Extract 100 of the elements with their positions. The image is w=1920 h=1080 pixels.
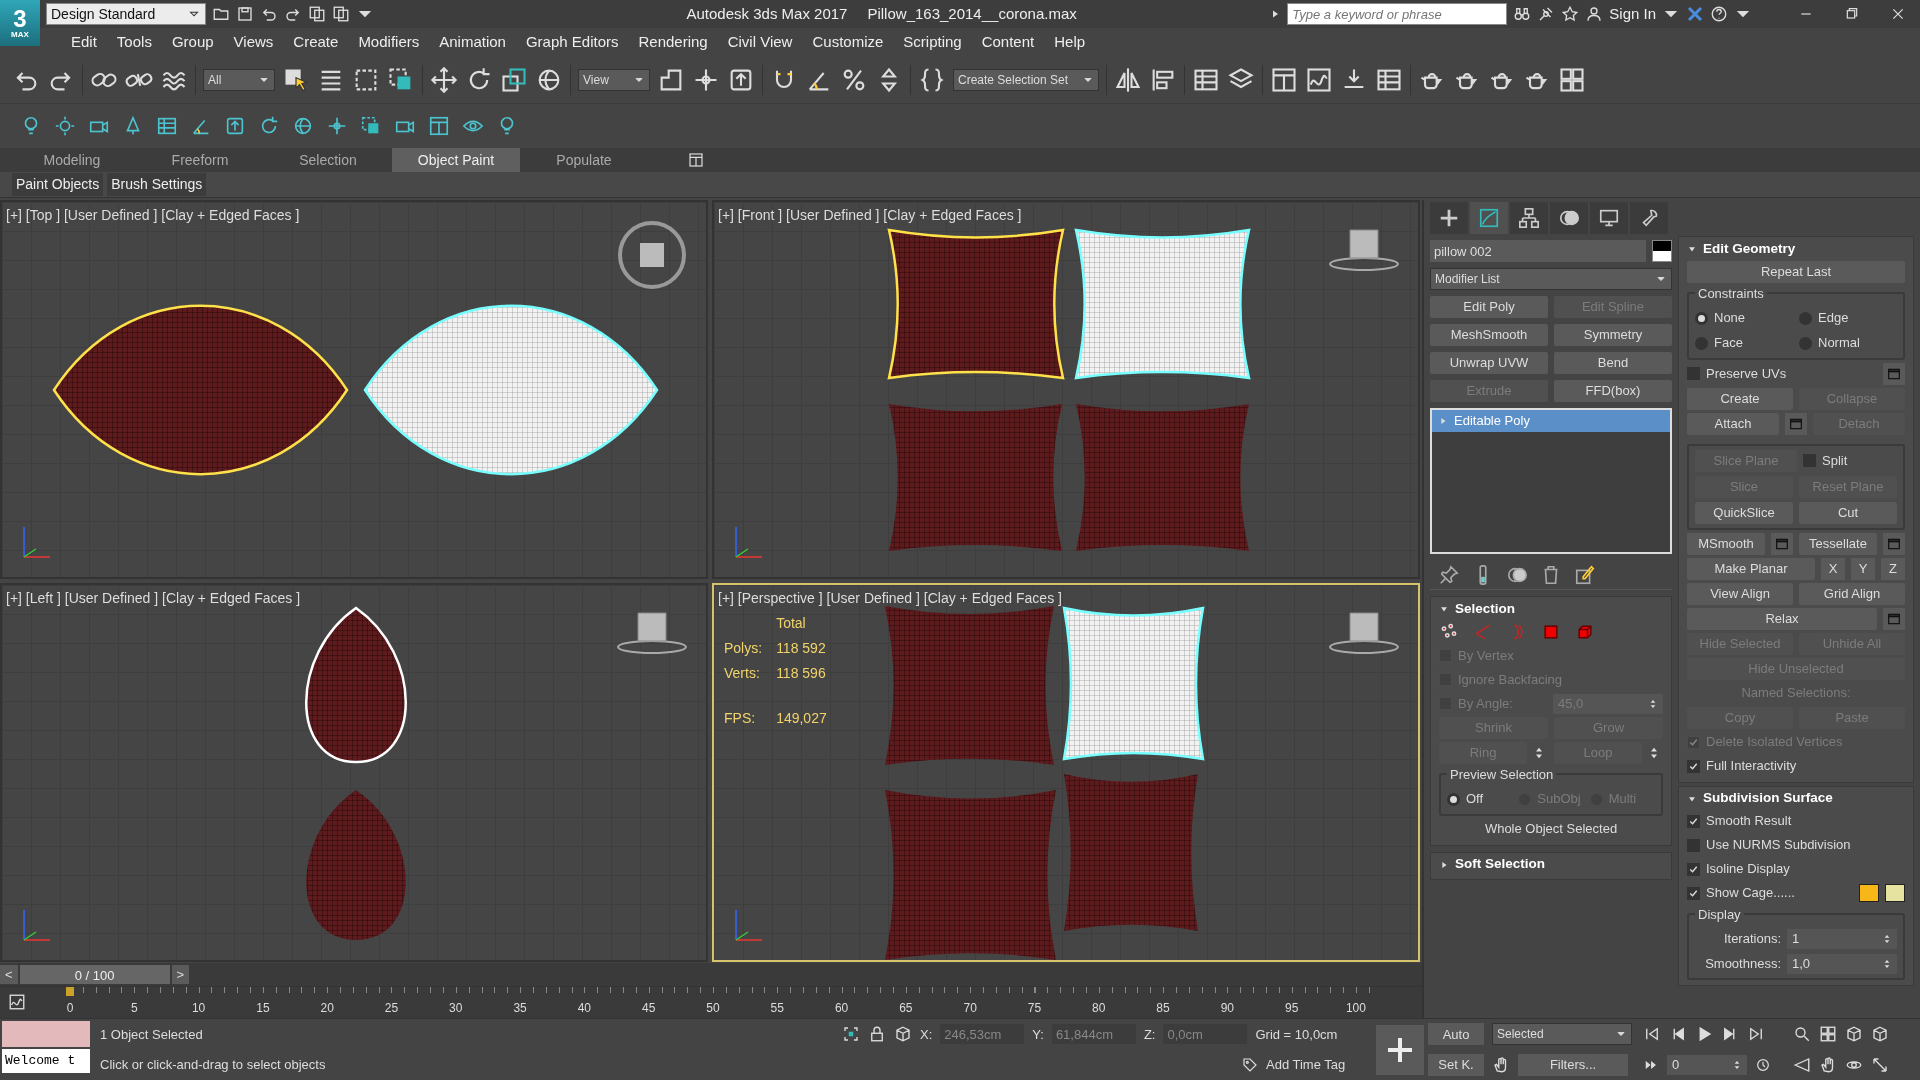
settings-button[interactable] <box>1883 532 1905 555</box>
panel-button[interactable]: Attach <box>1687 412 1779 435</box>
menu-item[interactable]: Edit <box>62 30 106 54</box>
panel-button[interactable]: Cut <box>1799 501 1897 524</box>
stack-item[interactable]: Editable Poly <box>1432 410 1670 432</box>
menu-item[interactable]: Views <box>224 30 283 54</box>
radio[interactable] <box>1447 792 1460 806</box>
modifier-list-dropdown[interactable]: Modifier List <box>1430 268 1672 290</box>
table-icon[interactable] <box>156 115 178 137</box>
radio[interactable] <box>1695 311 1708 325</box>
panel-button[interactable]: MSmooth <box>1687 532 1765 555</box>
color-swatch[interactable] <box>1652 240 1672 262</box>
menu-item[interactable]: Tools <box>107 30 161 54</box>
logo-tile[interactable]: 3 MAX <box>0 0 40 46</box>
checkbox[interactable] <box>1803 454 1816 467</box>
pages-icon[interactable] <box>332 5 350 23</box>
settings-button[interactable] <box>1771 532 1793 555</box>
edit-icon[interactable] <box>1574 563 1596 586</box>
cube-icon[interactable] <box>1871 1025 1889 1044</box>
panel-button[interactable]: Make Planar <box>1687 557 1815 580</box>
ribbon-panel-button[interactable]: Paint Objects <box>12 173 104 196</box>
set-key-button[interactable] <box>1376 1025 1424 1075</box>
upload-icon[interactable] <box>224 115 246 137</box>
panel-icon[interactable] <box>428 115 450 137</box>
viewport-label[interactable]: [+] [Left ] [User Defined ] [Clay + Edged Faces ] <box>6 588 301 609</box>
close-icon[interactable] <box>1890 6 1906 22</box>
panel-button[interactable]: Create <box>1687 387 1793 410</box>
menu-item[interactable]: Create <box>284 30 348 54</box>
previous-button[interactable]: < <box>0 965 18 984</box>
user-icon[interactable] <box>1585 5 1604 23</box>
radio[interactable] <box>1695 336 1708 350</box>
binoculars-icon[interactable] <box>1513 5 1532 23</box>
modifier-stack[interactable]: Editable Poly <box>1430 408 1672 554</box>
lock-icon[interactable] <box>868 1025 886 1044</box>
checkbox[interactable] <box>1687 886 1700 900</box>
tag-icon[interactable] <box>1242 1056 1258 1073</box>
time-slider-thumb[interactable]: 0 / 100 <box>19 965 170 984</box>
viewcube-icon[interactable] <box>617 612 687 654</box>
menu-item[interactable]: Scripting <box>894 30 971 54</box>
listener-field[interactable] <box>2 1021 90 1047</box>
panel-icon[interactable] <box>1270 65 1298 94</box>
modifier-button[interactable]: Symmetry <box>1554 324 1672 346</box>
viewport[interactable]: [+] [Front ] [User Defined ] [Clay + Edged Faces ] <box>712 200 1420 579</box>
selection-set-dropdown[interactable]: Create Selection Set <box>953 68 1099 91</box>
set-key-mode-button[interactable]: Set K. <box>1428 1053 1484 1076</box>
menu-item[interactable]: Help <box>1045 30 1095 54</box>
viewport[interactable]: [+] [Perspective ] [User Defined ] [Clay + Edged Faces ] Total Polys: 118 592 Verts: 118 596 FPS: 149,027 <box>712 583 1420 962</box>
panel-button[interactable]: Tessellate <box>1799 532 1877 555</box>
focus-frame-icon[interactable] <box>842 1025 860 1044</box>
menu-item[interactable]: Group <box>162 30 223 54</box>
coordinate-dropdown[interactable]: View <box>578 68 650 91</box>
cube-icon[interactable] <box>894 1025 912 1044</box>
axis-button[interactable]: Y <box>1851 557 1875 580</box>
rollout-title[interactable]: Subdivision Surface <box>1703 788 1833 809</box>
triangle-icon[interactable] <box>1439 859 1449 870</box>
panel-tab[interactable] <box>1550 202 1588 234</box>
menu-item[interactable]: Content <box>972 30 1044 54</box>
viewport[interactable]: [+] [Left ] [User Defined ] [Clay + Edged Faces ] <box>0 583 708 962</box>
grid-icon[interactable] <box>1819 1025 1837 1044</box>
time-tag-link[interactable]: Add Time Tag <box>1266 1055 1346 1075</box>
scale-icon[interactable] <box>500 65 528 94</box>
ribbon-panel-button[interactable]: Brush Settings <box>107 173 207 196</box>
settings-button[interactable] <box>1883 362 1905 385</box>
next-button[interactable]: > <box>171 965 190 984</box>
panel-button[interactable]: QuickSlice <box>1695 501 1793 524</box>
modifier-button[interactable]: MeshSmooth <box>1430 324 1548 346</box>
modifier-button[interactable]: Edit Poly <box>1430 296 1548 318</box>
help-icon[interactable] <box>1710 5 1728 23</box>
modifier-button[interactable]: Bend <box>1554 352 1672 374</box>
crosshair-icon[interactable] <box>326 115 348 137</box>
radio[interactable] <box>1799 336 1812 350</box>
search-field[interactable]: Type a keyword or phrase <box>1287 3 1508 25</box>
panel-tab[interactable] <box>1470 202 1508 234</box>
auto-key-button[interactable]: Auto <box>1428 1023 1484 1046</box>
star-icon[interactable] <box>1561 5 1580 23</box>
panel-tab[interactable] <box>1510 202 1548 234</box>
coordinate-field[interactable]: 246,53cm <box>940 1024 1025 1045</box>
rollout-title[interactable]: Selection <box>1455 598 1516 620</box>
mirror-icon[interactable] <box>1114 65 1142 94</box>
checkbox[interactable] <box>1687 759 1700 773</box>
spinner-field[interactable]: 1,0 <box>1787 953 1897 974</box>
panel-tab[interactable] <box>1430 202 1468 234</box>
workspace-dropdown[interactable]: Design Standard <box>46 3 206 25</box>
sign-in-link[interactable]: Sign In <box>1609 2 1656 26</box>
restore-icon[interactable] <box>1844 6 1860 22</box>
settings-button[interactable] <box>1883 607 1905 630</box>
panel-tab[interactable] <box>1590 202 1628 234</box>
clock-icon[interactable] <box>1755 1056 1771 1073</box>
object-name-field[interactable]: pillow 002 <box>1430 240 1646 262</box>
modifier-button[interactable]: FFD(box) <box>1554 380 1672 402</box>
menu-item[interactable]: Customize <box>803 30 893 54</box>
color-swatch[interactable] <box>1859 884 1879 902</box>
panel-button[interactable]: View Align <box>1687 582 1793 605</box>
maximize-icon[interactable] <box>1871 1055 1889 1074</box>
axis-button[interactable]: Z <box>1881 557 1905 580</box>
menu-item[interactable]: Rendering <box>629 30 717 54</box>
listener-output-field[interactable]: Welcome t <box>2 1049 90 1073</box>
panel-button[interactable]: Grid Align <box>1799 582 1905 605</box>
coordinate-field[interactable]: 61,844cm <box>1051 1024 1136 1045</box>
save-icon[interactable] <box>236 5 254 23</box>
